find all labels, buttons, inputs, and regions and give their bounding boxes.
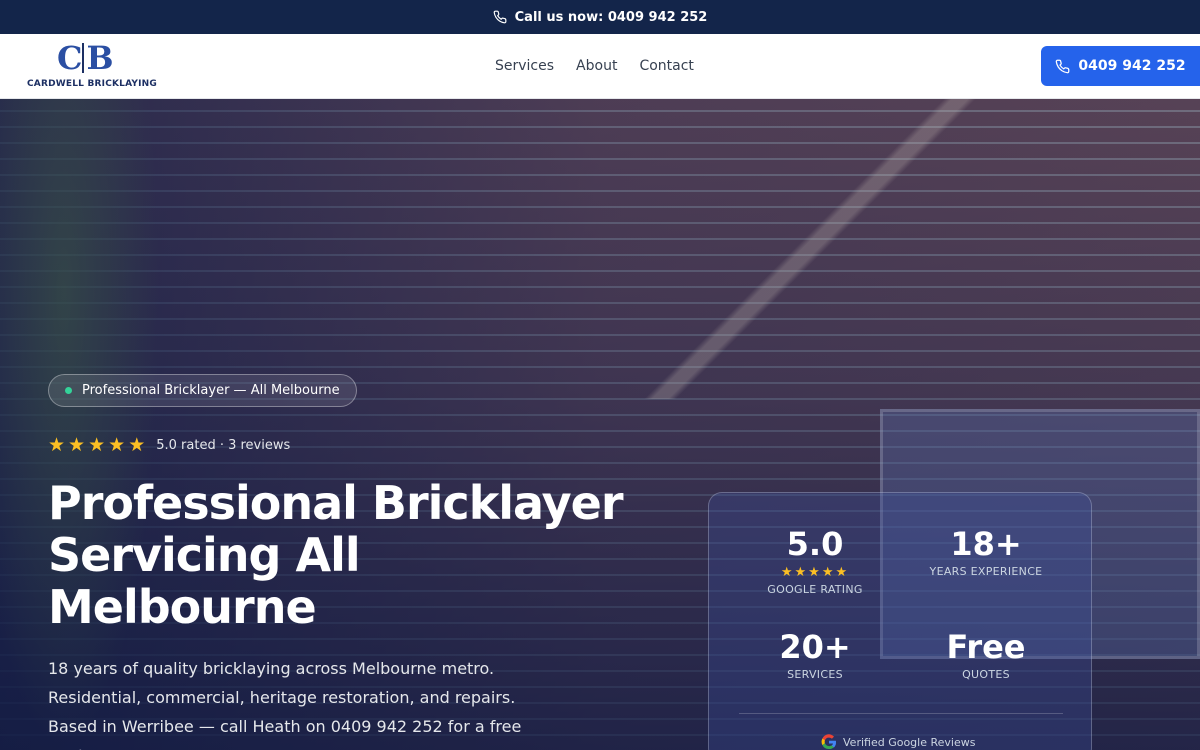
rating-text: 5.0 rated · 3 reviews <box>156 437 291 453</box>
verified-reviews[interactable]: Verified Google Reviews <box>821 734 975 750</box>
stat-value: Free <box>946 628 1026 666</box>
hero-background-gable <box>560 99 1060 399</box>
stats-card: 5.0 ★★★★★ GOOGLE RATING 18+ YEARS EXPERI… <box>708 492 1092 750</box>
logo-text: CARDWELL BRICKLAYING <box>27 79 157 89</box>
call-button[interactable]: 0409 942 252 <box>1041 46 1200 86</box>
stat-label: QUOTES <box>962 668 1010 681</box>
status-dot-icon <box>65 387 72 394</box>
site-header: CB CARDWELL BRICKLAYING Services About C… <box>0 34 1200 99</box>
star-icon: ★ <box>48 434 66 456</box>
hero-badge-text: Professional Bricklayer — All Melbourne <box>82 383 340 398</box>
hero-title-line: Melbourne <box>48 580 317 634</box>
call-button-label: 0409 942 252 <box>1078 58 1186 74</box>
rating-row: ★ ★ ★ ★ ★ 5.0 rated · 3 reviews <box>48 435 290 455</box>
top-call-bar[interactable]: Call us now: 0409 942 252 <box>0 0 1200 34</box>
stat-value: 20+ <box>779 628 851 666</box>
hero-title: Professional Bricklayer Servicing All Me… <box>48 477 638 633</box>
stat-value: 18+ <box>950 525 1022 563</box>
stat-label: YEARS EXPERIENCE <box>929 565 1043 578</box>
nav-services[interactable]: Services <box>495 58 554 74</box>
hero-title-line: Servicing All <box>48 528 361 582</box>
nav-about[interactable]: About <box>576 58 617 74</box>
hero-badge: Professional Bricklayer — All Melbourne <box>48 374 357 407</box>
stat-value: 5.0 <box>786 525 844 563</box>
stars-icon: ★★★★★ <box>780 565 850 580</box>
stat-services: 20+ SERVICES <box>730 628 900 681</box>
stat-google-rating: 5.0 ★★★★★ GOOGLE RATING <box>730 525 900 596</box>
stat-years-experience: 18+ YEARS EXPERIENCE <box>901 525 1071 578</box>
stat-label: GOOGLE RATING <box>767 583 863 596</box>
verified-text: Verified Google Reviews <box>843 735 976 749</box>
stat-free-quotes: Free QUOTES <box>901 628 1071 681</box>
logo[interactable]: CB CARDWELL BRICKLAYING <box>24 40 160 92</box>
hero-title-line: Professional Bricklayer <box>48 476 624 530</box>
star-icon: ★ <box>108 434 126 456</box>
star-icon: ★ <box>88 434 106 456</box>
phone-icon <box>493 10 507 24</box>
nav-contact[interactable]: Contact <box>639 58 693 74</box>
hero-subtitle: 18 years of quality bricklaying across M… <box>48 659 522 750</box>
google-icon <box>821 734 837 750</box>
main-nav: Services About Contact <box>495 34 716 98</box>
logo-mark: CB <box>57 39 113 77</box>
star-icon: ★ <box>68 434 86 456</box>
star-icon: ★ <box>128 434 146 456</box>
stat-label: SERVICES <box>787 668 843 681</box>
stats-divider <box>739 713 1063 714</box>
hero-background-plants <box>0 99 160 750</box>
phone-icon <box>1056 59 1070 73</box>
hero-section: Professional Bricklayer — All Melbourne … <box>0 99 1200 750</box>
top-call-text[interactable]: Call us now: 0409 942 252 <box>515 10 708 25</box>
